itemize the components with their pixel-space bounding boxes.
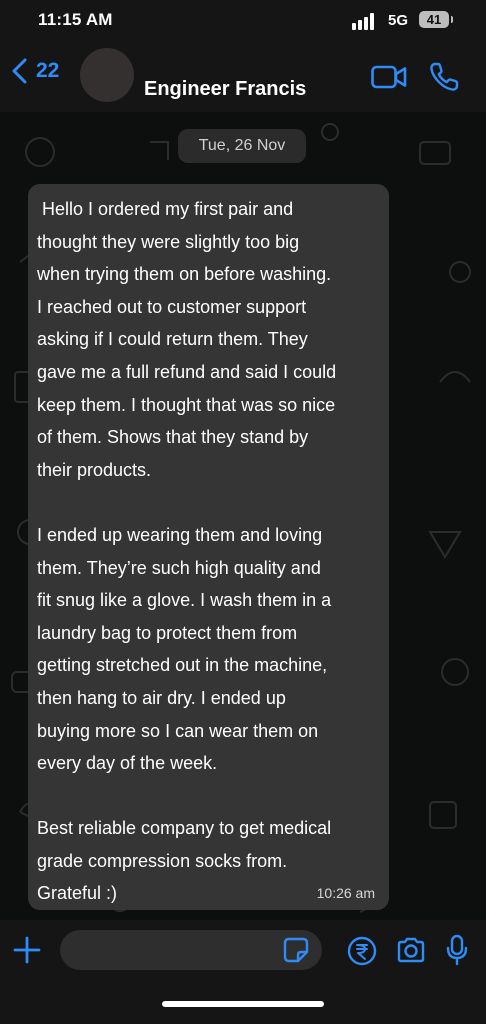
avatar[interactable] xyxy=(80,48,134,102)
phone-icon[interactable] xyxy=(428,61,460,93)
home-indicator[interactable] xyxy=(162,1001,324,1007)
message-input-bar xyxy=(0,920,486,1024)
status-bar: 11:15 AM 5G 41 xyxy=(0,0,486,40)
chat-area[interactable]: Tue, 26 Nov Hello I ordered my first pai… xyxy=(0,112,486,920)
video-call-icon[interactable] xyxy=(371,65,407,89)
signal-strength-icon xyxy=(352,12,378,30)
network-type: 5G xyxy=(388,12,409,29)
contact-name[interactable]: Engineer Francis xyxy=(144,78,306,101)
date-divider: Tue, 26 Nov xyxy=(178,129,306,163)
chat-header: 22 Engineer Francis xyxy=(0,40,486,112)
battery-icon: 41 xyxy=(419,11,453,28)
rupee-payment-icon[interactable] xyxy=(347,936,377,966)
message-bubble[interactable]: Hello I ordered my first pair and though… xyxy=(28,184,389,910)
camera-icon[interactable] xyxy=(396,937,426,963)
sticker-icon[interactable] xyxy=(283,937,309,963)
back-chevron-icon xyxy=(12,58,27,84)
status-time: 11:15 AM xyxy=(38,10,113,29)
message-timestamp: 10:26 am xyxy=(316,885,375,901)
date-label: Tue, 26 Nov xyxy=(198,137,286,154)
unread-count: 22 xyxy=(36,59,60,82)
back-button[interactable]: 22 xyxy=(10,58,59,84)
microphone-icon[interactable] xyxy=(446,934,468,966)
message-text: Hello I ordered my first pair and though… xyxy=(37,199,337,904)
battery-level: 41 xyxy=(426,12,442,27)
plus-icon[interactable] xyxy=(12,935,42,965)
